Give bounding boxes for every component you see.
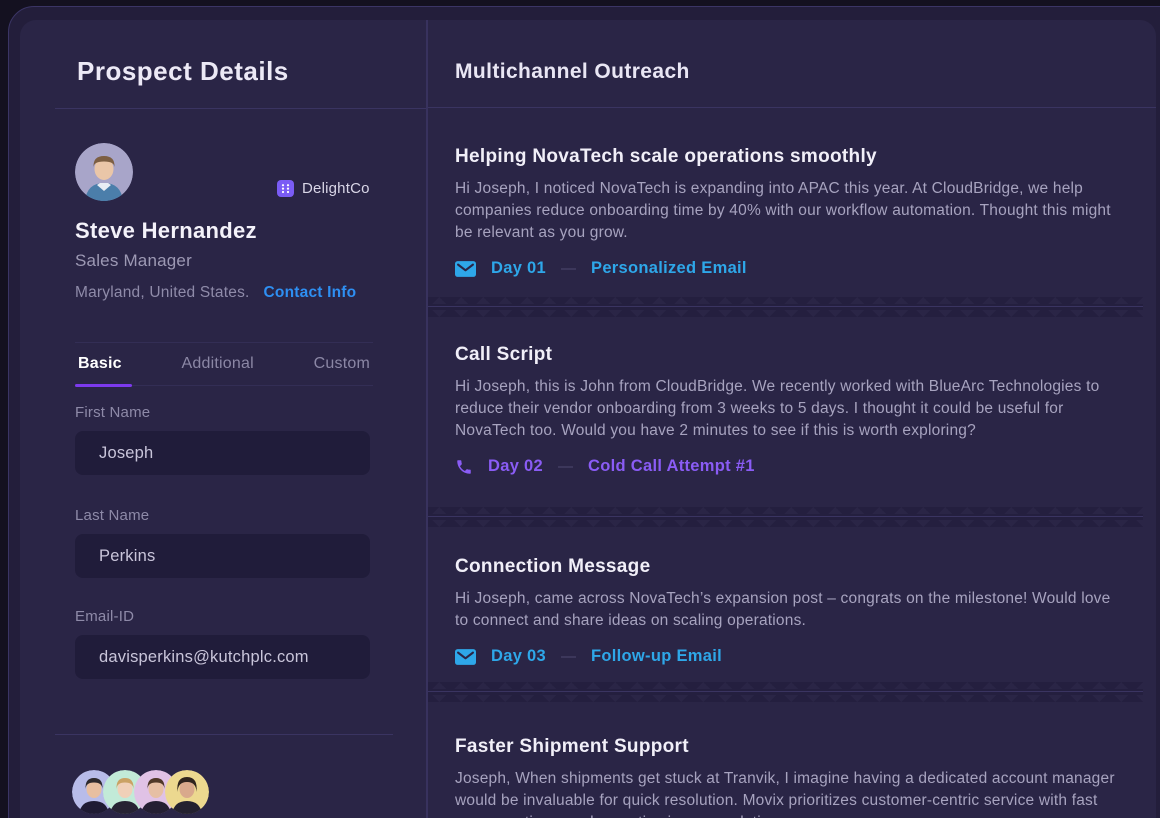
card-title: Connection Message bbox=[455, 527, 1126, 578]
card-body: Joseph, When shipments get stuck at Tran… bbox=[455, 768, 1126, 818]
card-channel-link[interactable]: Cold Call Attempt #1 bbox=[588, 457, 755, 476]
outreach-card-day-02: Call Script Hi Joseph, this is John from… bbox=[428, 317, 1156, 507]
contact-info-link[interactable]: Contact Info bbox=[264, 284, 357, 302]
tab-additional[interactable]: Additional bbox=[182, 343, 254, 385]
card-title: Call Script bbox=[455, 317, 1126, 366]
tab-additional-label: Additional bbox=[182, 355, 254, 373]
team-avatar[interactable] bbox=[165, 770, 209, 814]
email-id-input[interactable] bbox=[75, 635, 370, 679]
company-badge: DelightCo bbox=[277, 180, 370, 197]
panels-container: Prospect Details bbox=[20, 20, 1156, 818]
dash-separator: — bbox=[561, 260, 576, 277]
card-title: Helping NovaTech scale operations smooth… bbox=[455, 108, 1126, 168]
prospect-name: Steve Hernandez bbox=[75, 218, 257, 244]
active-tab-underline bbox=[75, 384, 132, 387]
email-id-label: Email-ID bbox=[75, 608, 134, 625]
card-title: Faster Shipment Support bbox=[455, 702, 1126, 758]
section-divider bbox=[55, 734, 393, 735]
location-row: Maryland, United States. Contact Info bbox=[75, 284, 356, 302]
multichannel-outreach-panel: Multichannel Outreach Helping NovaTech s… bbox=[428, 20, 1156, 818]
tab-basic-label: Basic bbox=[78, 355, 122, 373]
card-footer: Day 02 — Cold Call Attempt #1 bbox=[455, 457, 1126, 476]
app-root: Prospect Details bbox=[0, 0, 1160, 818]
last-name-input[interactable] bbox=[75, 534, 370, 578]
card-day[interactable]: Day 02 bbox=[488, 457, 543, 476]
tab-custom[interactable]: Custom bbox=[314, 343, 370, 385]
card-footer: Day 01 — Personalized Email bbox=[455, 259, 1126, 278]
card-channel-link[interactable]: Personalized Email bbox=[591, 259, 747, 278]
card-edge-divider bbox=[428, 507, 1143, 527]
envelope-icon bbox=[455, 261, 476, 277]
phone-icon bbox=[455, 458, 473, 476]
header-divider bbox=[55, 108, 426, 109]
card-edge-divider bbox=[428, 297, 1143, 317]
app-window: Prospect Details bbox=[8, 6, 1160, 818]
outreach-card-day-03: Connection Message Hi Joseph, came acros… bbox=[428, 527, 1156, 682]
card-footer: Day 03 — Follow-up Email bbox=[455, 647, 1126, 666]
outreach-title: Multichannel Outreach bbox=[455, 60, 690, 84]
dash-separator: — bbox=[558, 458, 573, 475]
card-body: Hi Joseph, I noticed NovaTech is expandi… bbox=[455, 178, 1126, 244]
tab-custom-label: Custom bbox=[314, 355, 370, 373]
prospect-role: Sales Manager bbox=[75, 251, 192, 271]
card-edge-divider bbox=[428, 682, 1143, 702]
card-day[interactable]: Day 01 bbox=[491, 259, 546, 278]
prospect-details-panel: Prospect Details bbox=[20, 20, 426, 818]
card-day[interactable]: Day 03 bbox=[491, 647, 546, 666]
envelope-icon bbox=[455, 649, 476, 665]
tab-basic[interactable]: Basic bbox=[78, 343, 122, 385]
team-avatars bbox=[72, 770, 209, 814]
first-name-input[interactable] bbox=[75, 431, 370, 475]
first-name-label: First Name bbox=[75, 404, 150, 421]
dash-separator: — bbox=[561, 648, 576, 665]
building-icon bbox=[277, 180, 294, 197]
card-body: Hi Joseph, this is John from CloudBridge… bbox=[455, 376, 1126, 442]
card-body: Hi Joseph, came across NovaTech’s expans… bbox=[455, 588, 1126, 632]
prospect-avatar bbox=[75, 143, 133, 201]
card-channel-link[interactable]: Follow-up Email bbox=[591, 647, 722, 666]
outreach-card-day-01: Helping NovaTech scale operations smooth… bbox=[428, 108, 1156, 297]
profile-tabs: Basic Additional Custom bbox=[75, 342, 373, 386]
outreach-header: Multichannel Outreach bbox=[428, 20, 1156, 108]
outreach-card-day-04: Faster Shipment Support Joseph, When shi… bbox=[428, 702, 1156, 818]
prospect-location: Maryland, United States. bbox=[75, 284, 250, 302]
last-name-label: Last Name bbox=[75, 507, 149, 524]
company-badge-label: DelightCo bbox=[302, 180, 370, 197]
prospect-details-title: Prospect Details bbox=[77, 56, 289, 87]
